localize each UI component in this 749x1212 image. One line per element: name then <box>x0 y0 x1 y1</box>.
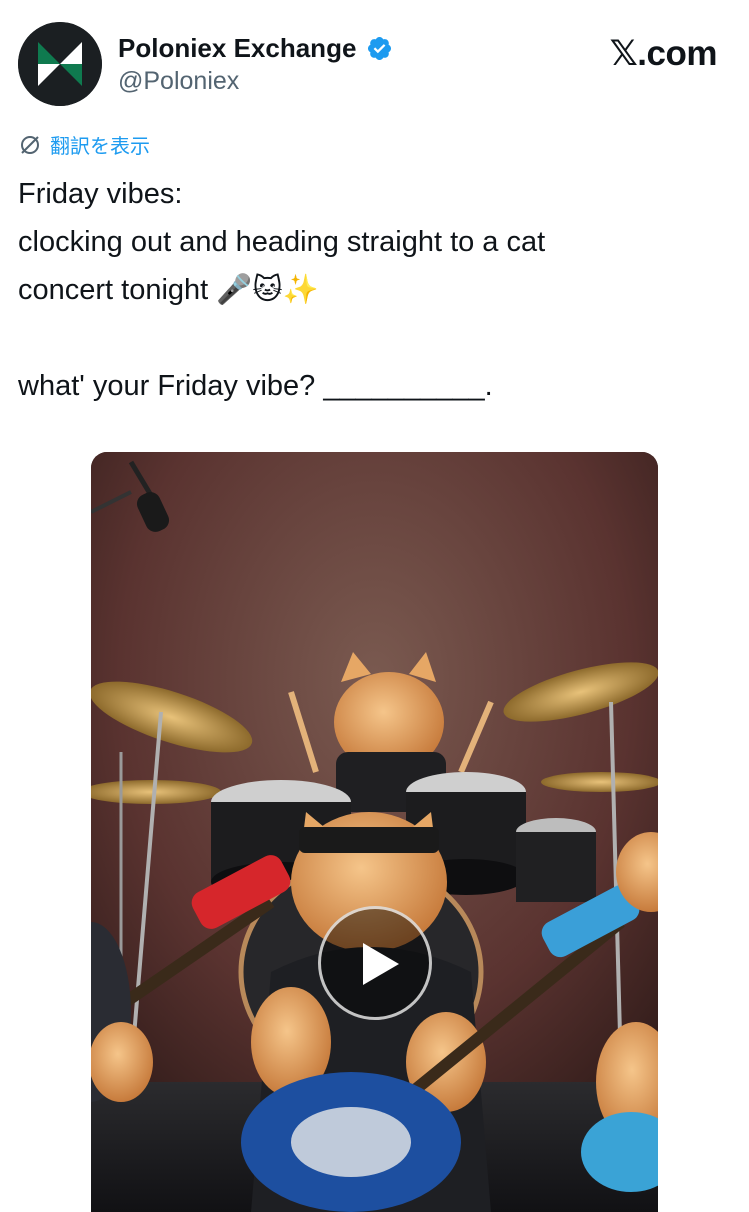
video-thumbnail <box>91 452 658 1212</box>
video-player[interactable] <box>91 452 658 1212</box>
tweet-line: clocking out and heading straight to a c… <box>18 226 546 258</box>
tweet-text: Friday vibes: clocking out and heading s… <box>18 170 718 410</box>
brand-logo: 𝕏.com <box>609 34 718 73</box>
author-names: Poloniex Exchange @Poloniex <box>118 32 393 98</box>
tweet-line: concert tonight 🎤🐱✨ <box>18 274 319 306</box>
tweet-line-blank <box>18 314 718 362</box>
poloniex-logo-icon <box>18 22 102 106</box>
display-name[interactable]: Poloniex Exchange <box>118 32 356 64</box>
avatar[interactable] <box>18 22 102 106</box>
play-icon <box>363 943 399 985</box>
tweet-header: Poloniex Exchange @Poloniex 𝕏.com <box>18 22 731 112</box>
verified-badge-icon <box>367 36 391 60</box>
tweet-line: what' your Friday vibe? __________. <box>18 370 493 402</box>
translate-icon <box>21 136 39 154</box>
play-button[interactable] <box>318 906 432 1020</box>
translate-link[interactable]: 翻訳を表示 <box>18 133 150 161</box>
handle[interactable]: @Poloniex <box>118 64 393 98</box>
tweet-line: Friday vibes: <box>18 178 183 210</box>
translate-label[interactable]: 翻訳を表示 <box>50 136 150 158</box>
